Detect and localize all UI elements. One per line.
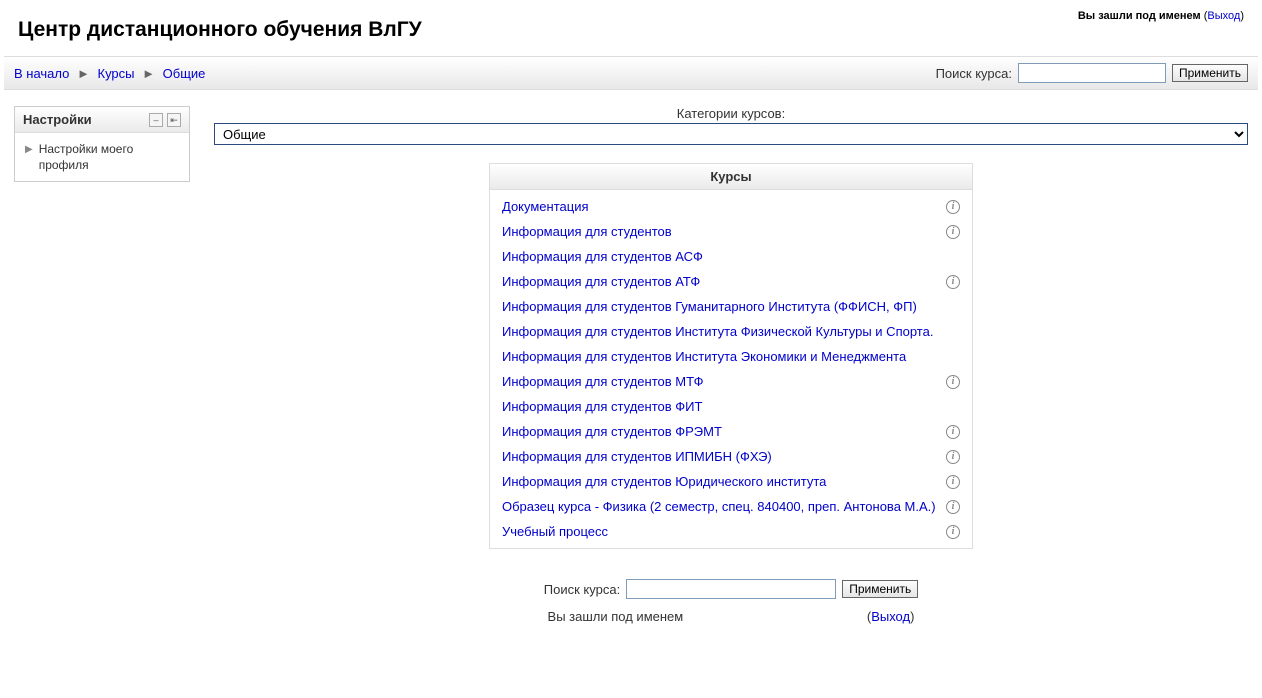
info-icon[interactable]: i bbox=[946, 450, 960, 464]
info-icon[interactable]: i bbox=[946, 375, 960, 389]
course-link[interactable]: Информация для студентов МТФ bbox=[502, 374, 703, 389]
logout-wrap: (Выход) bbox=[1204, 10, 1244, 22]
login-info: Вы зашли под именем (Выход) bbox=[1078, 10, 1244, 22]
breadcrumb-home[interactable]: В начало bbox=[14, 66, 69, 81]
search-input[interactable] bbox=[1018, 63, 1166, 83]
info-icon[interactable]: i bbox=[946, 425, 960, 439]
course-link[interactable]: Информация для студентов АСФ bbox=[502, 249, 703, 264]
course-link[interactable]: Информация для студентов bbox=[502, 224, 672, 239]
search-label-bottom: Поиск курса: bbox=[544, 582, 620, 597]
course-row: Информация для студентов АСФ bbox=[490, 244, 972, 269]
login-text-bottom: Вы зашли под именем bbox=[548, 609, 684, 624]
course-row: Информация для студентов АТФ i bbox=[490, 269, 972, 294]
course-link[interactable]: Информация для студентов Гуманитарного И… bbox=[502, 299, 917, 314]
course-row: Информация для студентов Института Физич… bbox=[490, 319, 972, 344]
info-icon[interactable]: i bbox=[946, 200, 960, 214]
info-icon[interactable]: i bbox=[946, 475, 960, 489]
block-hide-icon[interactable]: – bbox=[149, 113, 163, 127]
course-row: Информация для студентов Гуманитарного И… bbox=[490, 294, 972, 319]
breadcrumb-current[interactable]: Общие bbox=[163, 66, 206, 81]
navbar: В начало ► Курсы ► Общие Поиск курса: Пр… bbox=[4, 56, 1258, 90]
info-icon[interactable]: i bbox=[946, 500, 960, 514]
course-box: Курсы ДокументацияiИнформация для студен… bbox=[489, 163, 973, 549]
main-content: Категории курсов: Общие Курсы Документац… bbox=[214, 106, 1248, 634]
block-controls: – ⇤ bbox=[149, 113, 181, 127]
login-text: Вы зашли под именем bbox=[1078, 10, 1201, 22]
course-row: Образец курса - Физика (2 семестр, спец.… bbox=[490, 494, 972, 519]
info-icon[interactable]: i bbox=[946, 225, 960, 239]
search-input-bottom[interactable] bbox=[626, 579, 836, 599]
course-link[interactable]: Информация для студентов ФИТ bbox=[502, 399, 702, 414]
course-link[interactable]: Информация для студентов Института Эконо… bbox=[502, 349, 906, 364]
course-link[interactable]: Информация для студентов АТФ bbox=[502, 274, 700, 289]
course-link[interactable]: Информация для студентов ИПМИБН (ФХЭ) bbox=[502, 449, 772, 464]
search-submit-button[interactable]: Применить bbox=[1172, 64, 1248, 82]
breadcrumb-courses[interactable]: Курсы bbox=[98, 66, 135, 81]
settings-block-title: Настройки bbox=[23, 112, 92, 127]
profile-settings-link[interactable]: Настройки моего профиля bbox=[39, 141, 179, 173]
logout-link[interactable]: Выход bbox=[1207, 10, 1240, 22]
logout-link-bottom[interactable]: Выход bbox=[871, 609, 910, 624]
course-row: Информация для студентов ИПМИБН (ФХЭ) i bbox=[490, 444, 972, 469]
info-icon[interactable]: i bbox=[946, 275, 960, 289]
search-label: Поиск курса: bbox=[936, 66, 1012, 81]
logout-wrap-bottom: (Выход) bbox=[867, 609, 915, 624]
block-dock-icon[interactable]: ⇤ bbox=[167, 113, 181, 127]
breadcrumb-sep-icon: ► bbox=[77, 66, 90, 81]
course-link[interactable]: Образец курса - Физика (2 семестр, спец.… bbox=[502, 499, 936, 514]
course-search-form: Поиск курса: Применить bbox=[936, 63, 1248, 83]
course-row: Информация для студентов Юридического ин… bbox=[490, 469, 972, 494]
site-title: Центр дистанционного обучения ВлГУ bbox=[18, 10, 422, 56]
course-link[interactable]: Информация для студентов Института Физич… bbox=[502, 324, 933, 339]
info-icon[interactable]: i bbox=[946, 525, 960, 539]
course-link[interactable]: Информация для студентов Юридического ин… bbox=[502, 474, 826, 489]
settings-block-header: Настройки – ⇤ bbox=[15, 107, 189, 133]
course-search-form-bottom: Поиск курса: Применить bbox=[214, 579, 1248, 599]
settings-block: Настройки – ⇤ ▶ Настройки моего профиля bbox=[14, 106, 190, 182]
course-row: Информация для студентов Института Эконо… bbox=[490, 344, 972, 369]
settings-tree-item[interactable]: ▶ Настройки моего профиля bbox=[25, 141, 179, 173]
course-link[interactable]: Документация bbox=[502, 199, 589, 214]
course-row: Документация i bbox=[490, 194, 972, 219]
course-link[interactable]: Информация для студентов ФРЭМТ bbox=[502, 424, 722, 439]
breadcrumb: В начало ► Курсы ► Общие bbox=[14, 66, 205, 81]
course-box-header: Курсы bbox=[490, 164, 972, 190]
course-list: ДокументацияiИнформация для студентовiИн… bbox=[490, 190, 972, 548]
sidebar: Настройки – ⇤ ▶ Настройки моего профиля bbox=[14, 106, 190, 182]
course-row: Информация для студентов МТФ i bbox=[490, 369, 972, 394]
course-row: Информация для студентов ФРЭМТ i bbox=[490, 419, 972, 444]
category-select[interactable]: Общие bbox=[214, 123, 1248, 145]
breadcrumb-sep-icon: ► bbox=[142, 66, 155, 81]
course-row: Информация для студентов i bbox=[490, 219, 972, 244]
search-submit-button-bottom[interactable]: Применить bbox=[842, 580, 918, 598]
course-row: Учебный процесс i bbox=[490, 519, 972, 544]
tree-arrow-icon: ▶ bbox=[25, 143, 33, 157]
category-label: Категории курсов: bbox=[214, 106, 1248, 121]
bottom-area: Поиск курса: Применить Вы зашли под имен… bbox=[214, 549, 1248, 634]
settings-block-content: ▶ Настройки моего профиля bbox=[15, 133, 189, 181]
course-link[interactable]: Учебный процесс bbox=[502, 524, 608, 539]
bottom-login: Вы зашли под именем (Выход) bbox=[214, 609, 1248, 624]
course-row: Информация для студентов ФИТ bbox=[490, 394, 972, 419]
